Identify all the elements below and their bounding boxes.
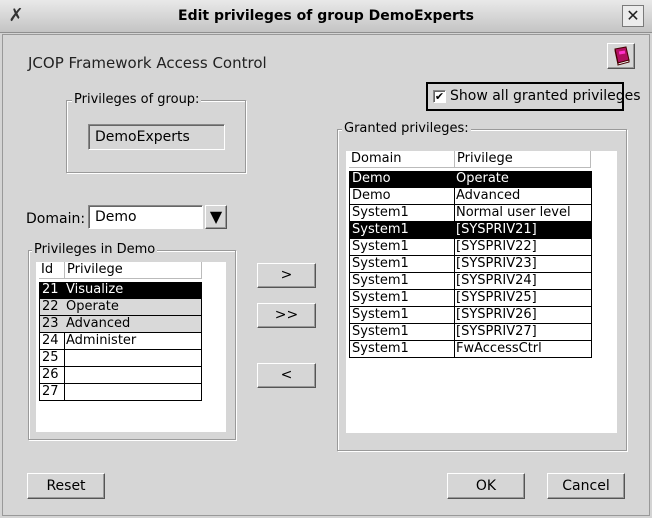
window-title: Edit privileges of group DemoExperts (178, 8, 474, 24)
cancel-button[interactable]: Cancel (547, 473, 625, 499)
group-name-field[interactable]: DemoExperts (88, 124, 225, 150)
table-cell-privilege: [SYSPRIV22] (454, 239, 592, 256)
table-cell-id: 23 (39, 316, 65, 333)
ok-button[interactable]: OK (447, 473, 525, 499)
table-cell-domain: System1 (349, 341, 455, 358)
table-cell-id: 24 (39, 333, 65, 350)
table-cell-privilege: Operate (454, 171, 592, 188)
column-header-privilege: Privilege (455, 151, 591, 168)
table-cell-domain: System1 (349, 290, 455, 307)
grant-all-button[interactable]: >> (257, 303, 316, 328)
close-button[interactable]: ✕ (622, 5, 644, 27)
column-header-id: Id (39, 262, 65, 279)
table-cell-privilege: Administer (64, 333, 202, 350)
book-icon (614, 46, 630, 66)
show-all-label: Show all granted privileges (450, 88, 641, 104)
show-all-toggle[interactable]: ✔ Show all granted privileges (426, 82, 641, 111)
column-header-privilege: Privilege (65, 262, 202, 279)
table-cell-privilege: Normal user level (454, 205, 592, 222)
table-cell-domain: Demo (349, 171, 455, 188)
table-cell-privilege: [SYSPRIV24] (454, 273, 592, 290)
table-cell-privilege: [SYSPRIV23] (454, 256, 592, 273)
table-cell-privilege: [SYSPRIV21] (454, 222, 592, 239)
column-header-domain: Domain (349, 151, 455, 168)
granted-privileges-legend: Granted privileges: (342, 121, 471, 136)
table-cell-privilege: [SYSPRIV27] (454, 324, 592, 341)
table-cell-privilege (64, 384, 202, 401)
table-cell-privilege: Advanced (454, 188, 592, 205)
table-cell-privilege: Advanced (64, 316, 202, 333)
table-cell-domain: System1 (349, 205, 455, 222)
table-cell-privilege: Operate (64, 299, 202, 316)
reset-button[interactable]: Reset (27, 473, 105, 499)
table-cell-domain: System1 (349, 324, 455, 341)
grant-button[interactable]: > (257, 263, 316, 288)
help-button[interactable] (607, 43, 635, 69)
page-title: JCOP Framework Access Control (28, 54, 267, 72)
table-cell-id: 26 (39, 367, 65, 384)
table-cell-id: 22 (39, 299, 65, 316)
table-cell-domain: System1 (349, 239, 455, 256)
table-cell-domain: System1 (349, 307, 455, 324)
granted-table[interactable]: Domain Privilege Demo Operate Demo Advanced… (346, 151, 617, 433)
table-cell-id: 27 (39, 384, 65, 401)
chevron-down-icon[interactable]: ▼ (205, 205, 227, 229)
revoke-button[interactable]: < (257, 363, 316, 388)
domain-label: Domain: (26, 211, 86, 227)
table-cell-id: 25 (39, 350, 65, 367)
table-cell-domain: System1 (349, 222, 455, 239)
privileges-table[interactable]: Id Privilege 21 Visualize 22 Operate 23 Advan… (36, 262, 226, 432)
table-cell-domain: System1 (349, 256, 455, 273)
table-cell-domain: Demo (349, 188, 455, 205)
table-cell-privilege (64, 367, 202, 384)
table-cell-privilege: [SYSPRIV26] (454, 307, 592, 324)
table-cell-privilege (64, 350, 202, 367)
show-all-checkbox[interactable]: ✔ (433, 90, 446, 103)
table-cell-domain: System1 (349, 273, 455, 290)
domain-select[interactable]: Demo (88, 205, 203, 229)
table-cell-id: 21 (39, 282, 65, 299)
table-cell-privilege: [SYSPRIV25] (454, 290, 592, 307)
privileges-in-domain-legend: Privileges in Demo (32, 242, 158, 257)
table-cell-privilege: FwAccessCtrl (454, 341, 592, 358)
table-cell-privilege: Visualize (64, 282, 202, 299)
group-box-legend: Privileges of group: (72, 92, 202, 107)
